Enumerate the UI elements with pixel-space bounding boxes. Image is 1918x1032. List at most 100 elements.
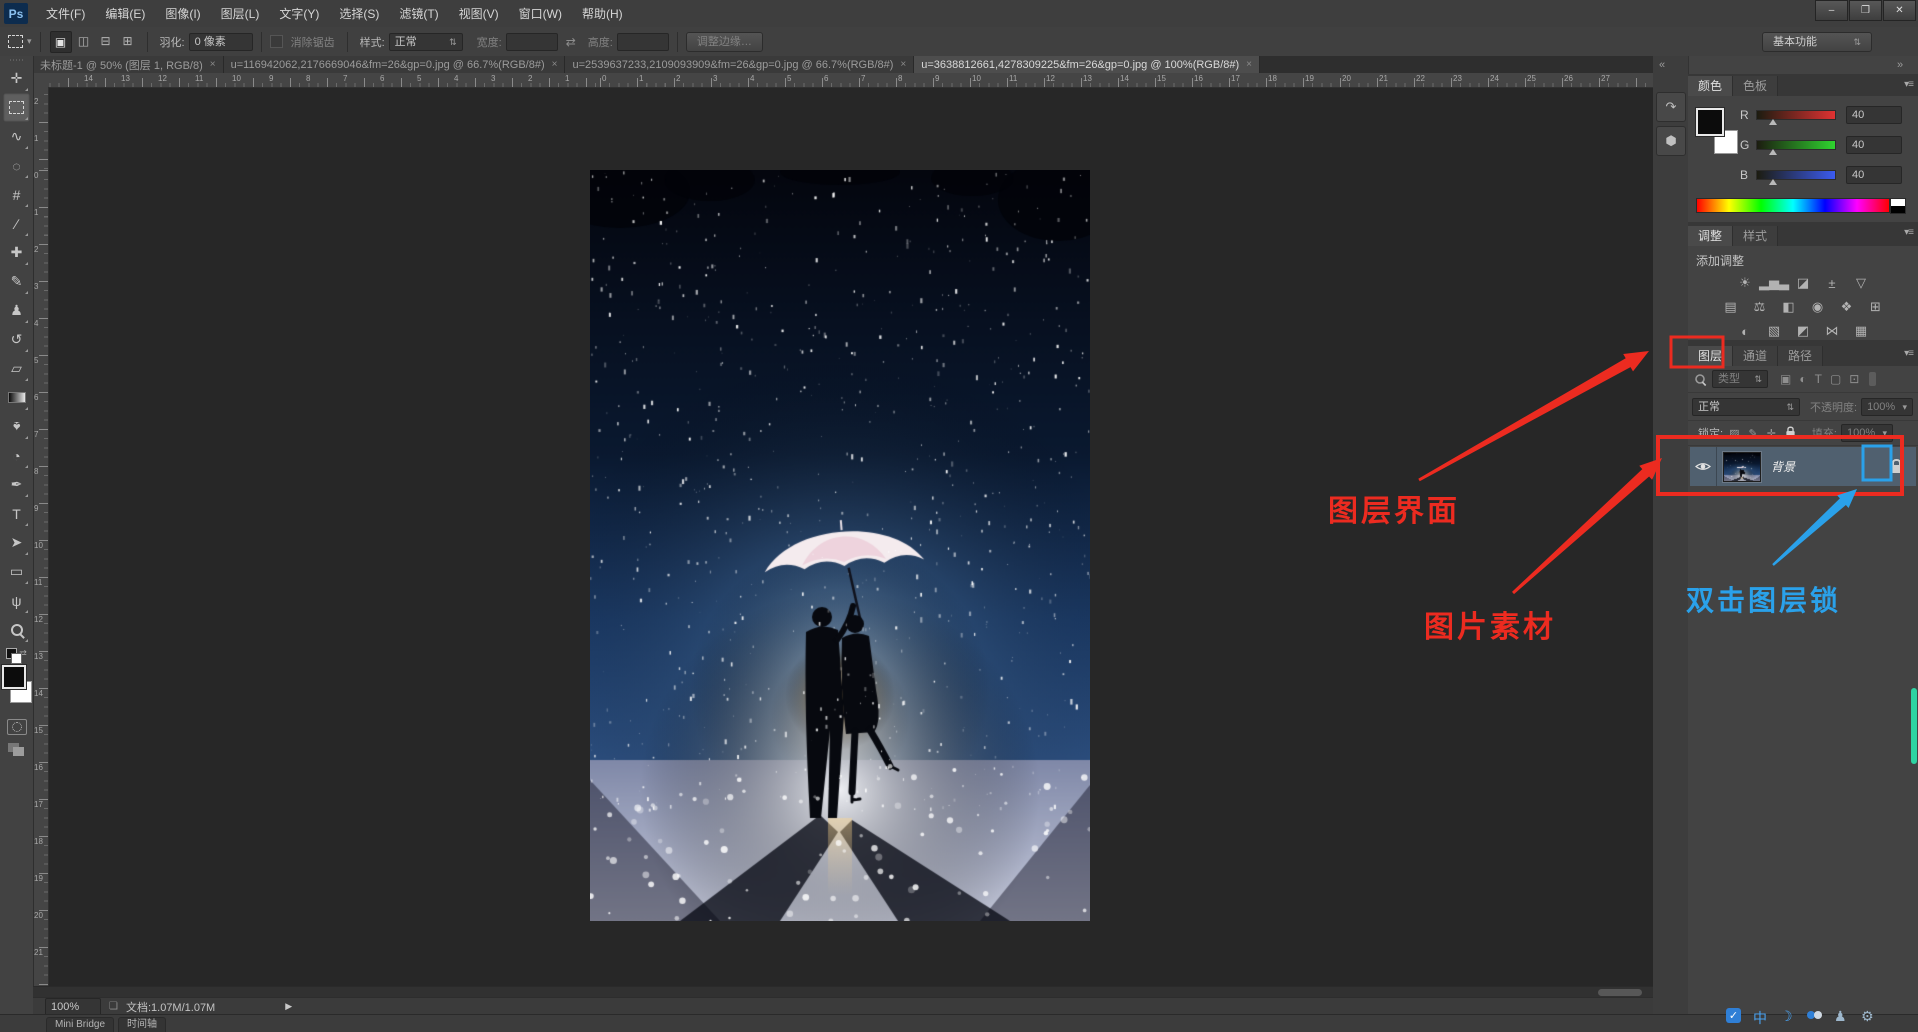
posterize-icon[interactable]: ▧ [1763,322,1785,340]
photo-filter-icon[interactable]: ◉ [1807,298,1829,316]
layers-panel-menu-icon[interactable]: ▾≡ [1904,348,1913,359]
vibrance-icon[interactable]: ▽ [1850,274,1872,292]
color-lookup-icon[interactable]: ⊞ [1865,298,1887,316]
antialias-checkbox[interactable] [270,35,283,48]
layer-thumbnail[interactable] [1723,452,1761,482]
new-selection-icon[interactable]: ▣ [50,31,72,53]
tab-layers-2[interactable]: 路径 [1778,346,1823,366]
channel-value-B[interactable]: 40 [1846,166,1902,184]
blur-tool[interactable]: ♠ [3,412,30,441]
exposure-icon[interactable]: ± [1821,274,1843,292]
feather-input[interactable]: 0 像素 [189,33,253,51]
rect-marquee-tool[interactable] [3,93,30,122]
healing-brush-tool[interactable]: ✚ [3,238,30,267]
filter-pixel-icon[interactable]: ▣ [1780,372,1791,386]
filter-type-icon[interactable]: T [1815,372,1822,386]
levels-icon[interactable]: ▂▅▃ [1763,274,1785,292]
color-panel-menu-icon[interactable]: ▾≡ [1904,79,1913,90]
menu-item-2[interactable]: 图像(I) [155,1,210,27]
zoom-tool[interactable] [3,615,30,644]
type-tool[interactable]: T [3,499,30,528]
pen-tool[interactable]: ✒ [3,470,30,499]
color-spectrum-ramp[interactable] [1696,198,1890,213]
lock-move-icon[interactable]: ✛ [1767,427,1776,440]
tab-adjust-0[interactable]: 调整 [1688,226,1733,246]
layer-filter-type-select[interactable]: 类型⇅ [1712,370,1768,388]
add-selection-icon[interactable]: ◫ [74,31,94,51]
close-tab-icon[interactable]: × [210,59,216,70]
status-play-button[interactable]: ▶ [285,1001,292,1012]
filter-smart-icon[interactable]: ⊡ [1849,372,1859,386]
opacity-input[interactable]: 100%▾ [1861,398,1913,416]
tab-layers-0[interactable]: 图层 [1688,346,1733,366]
intersect-selection-icon[interactable]: ⊞ [118,31,138,51]
brightness-contrast-icon[interactable]: ☀ [1734,274,1756,292]
horizontal-scrollbar-thumb[interactable] [1598,989,1642,996]
move-tool[interactable]: ✛ [3,64,30,93]
dodge-tool[interactable]: ◔ [3,441,30,470]
close-tab-icon[interactable]: × [552,59,558,70]
ime-user-icon[interactable]: ♟ [1834,1008,1847,1025]
ime-moon-icon[interactable]: ☽ [1780,1008,1793,1025]
layer-name[interactable]: 背景 [1771,458,1795,475]
layer-lock-icon[interactable] [1891,459,1902,476]
document-tab-0[interactable]: 未标题-1 @ 50% (图层 1, RGB/8)× [33,56,224,73]
menu-item-1[interactable]: 编辑(E) [95,1,155,27]
curves-icon[interactable]: ◪ [1792,274,1814,292]
quick-selection-tool[interactable]: ◌ [3,151,30,180]
tab-color-0[interactable]: 颜色 [1688,76,1733,96]
blend-mode-select[interactable]: 正常⇅ [1692,398,1800,416]
channel-value-G[interactable]: 40 [1846,136,1902,154]
fill-input[interactable]: 100%▾ [1841,424,1893,442]
height-input[interactable] [617,33,669,51]
menu-item-4[interactable]: 文字(Y) [269,1,329,27]
tools-grip[interactable] [0,56,33,64]
lock-paint-icon[interactable]: ✎ [1748,427,1757,440]
tab-layers-1[interactable]: 通道 [1733,346,1778,366]
threshold-icon[interactable]: ◩ [1792,322,1814,340]
gradient-map-icon[interactable]: ⋈ [1821,322,1843,340]
lock-all-icon[interactable] [1785,425,1796,441]
eyedropper-tool[interactable]: ∕ [3,209,30,238]
eraser-tool[interactable]: ▱ [3,354,30,383]
document-tab-3[interactable]: u=3638812661,4278309225&fm=26&gp=0.jpg @… [914,56,1260,73]
dock-scrollbar-thumb[interactable] [1911,688,1917,764]
layer-filter-toggle[interactable] [1869,372,1876,386]
layer-visibility-toggle[interactable] [1690,447,1717,486]
selective-color-icon[interactable]: ▦ [1850,322,1872,340]
collapse-dock-icon[interactable]: » [1897,59,1903,71]
crop-tool[interactable]: # [3,180,30,209]
zoom-level-input[interactable]: 100% [45,998,101,1016]
lock-transparent-icon[interactable]: ▨ [1729,427,1739,440]
foreground-color-well[interactable] [1696,108,1724,136]
gradient-tool[interactable] [3,383,30,412]
slider-thumb[interactable] [1769,179,1777,185]
ime-gear-icon[interactable]: ⚙ [1861,1008,1874,1025]
filter-adjustment-icon[interactable]: ◐ [1799,372,1806,386]
restore-button[interactable]: ❐ [1849,0,1882,21]
menu-item-6[interactable]: 滤镜(T) [389,1,448,27]
filter-shape-icon[interactable]: ▢ [1830,372,1841,386]
collapse-strip-icon[interactable]: « [1659,59,1665,71]
workspace-switcher[interactable]: 基本功能⇅ [1762,32,1872,52]
history-panel-button[interactable]: ↷ [1656,92,1686,122]
adjustments-panel-menu-icon[interactable]: ▾≡ [1904,227,1913,238]
quick-mask-button[interactable] [7,719,27,735]
tool-preset-picker[interactable]: ▾ [8,35,32,48]
foreground-color-swatch[interactable] [2,665,26,689]
close-tab-icon[interactable]: × [1246,59,1252,70]
close-tab-icon[interactable]: × [900,59,906,70]
document-canvas[interactable] [590,170,1090,921]
ime-lang-icon[interactable]: 中 [1753,1008,1767,1028]
document-tab-2[interactable]: u=2539637233,2109093909&fm=26&gp=0.jpg @… [565,56,914,73]
slider-thumb[interactable] [1769,119,1777,125]
style-select[interactable]: 正常⇅ [389,33,463,51]
default-colors-icon[interactable] [6,648,17,659]
menu-item-8[interactable]: 窗口(W) [509,1,572,27]
brush-tool[interactable]: ✎ [3,267,30,296]
path-selection-tool[interactable]: ➤ [3,528,30,557]
hand-tool[interactable]: ψ [3,586,30,615]
tab-color-1[interactable]: 色板 [1733,76,1778,96]
slider-thumb[interactable] [1769,149,1777,155]
ime-check-icon[interactable]: ✓ [1726,1008,1741,1023]
